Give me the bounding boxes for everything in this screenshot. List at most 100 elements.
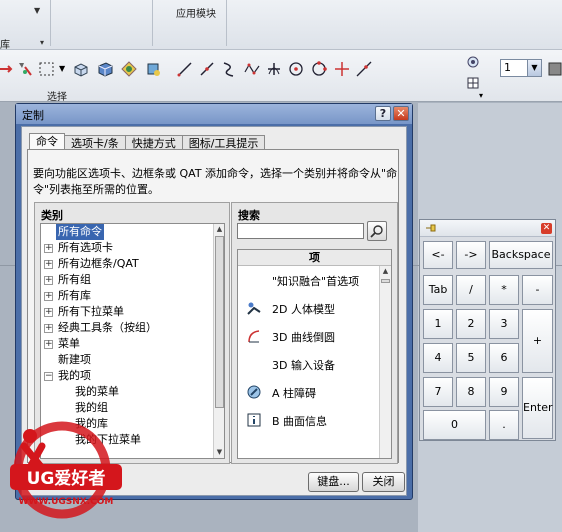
key-dot[interactable]: . <box>489 410 519 440</box>
category-label: 所有边框条/QAT <box>58 257 139 270</box>
dialog-titlebar[interactable]: 定制 ? ✕ <box>16 104 412 124</box>
pin-icon[interactable] <box>425 223 437 233</box>
keypad-titlebar[interactable]: ✕ <box>420 220 555 237</box>
key-bksp[interactable]: Backspace <box>489 241 553 269</box>
ribbon-separator <box>50 0 51 46</box>
circle-center-icon[interactable] <box>285 58 307 80</box>
key-sub[interactable]: - <box>522 275 553 305</box>
key-k9[interactable]: 9 <box>489 377 519 407</box>
key-enter[interactable]: Enter <box>522 377 553 439</box>
search-input[interactable] <box>237 223 364 239</box>
color-palette-icon[interactable] <box>544 58 562 80</box>
expand-icon[interactable]: + <box>44 260 53 269</box>
filter-icon[interactable] <box>14 58 36 80</box>
ribbon-separator <box>152 0 153 46</box>
search-header: 搜索 <box>238 209 260 222</box>
command-label: B 曲面信息 <box>272 415 328 428</box>
key-div[interactable]: / <box>456 275 486 305</box>
selection-group-label: 选择 <box>47 92 67 103</box>
category-label: 所有命令 <box>55 224 105 241</box>
watermark-brand: UG爱好者 <box>27 468 106 489</box>
existing-point-icon[interactable] <box>331 58 353 80</box>
group-launcher-icon[interactable]: ▾ <box>479 91 483 100</box>
key-k0[interactable]: 0 <box>423 410 486 440</box>
layer-dropdown[interactable]: 1 ▼ <box>500 59 542 77</box>
body-select-icon[interactable] <box>70 58 92 80</box>
scroll-up-icon[interactable]: ▲ <box>380 266 391 277</box>
chevron-down-icon[interactable]: ▼ <box>527 60 541 76</box>
key-back[interactable]: <- <box>423 241 453 269</box>
command-item[interactable]: "知识融合"首选项 <box>238 266 378 294</box>
group-launcher-icon[interactable]: ▾ <box>40 38 44 47</box>
scroll-up-icon[interactable]: ▲ <box>214 224 224 235</box>
command-item[interactable]: A 柱障碍 <box>238 378 378 406</box>
key-k8[interactable]: 8 <box>456 377 486 407</box>
key-mul[interactable]: * <box>489 275 519 305</box>
feature-select-icon[interactable] <box>118 58 140 80</box>
keypad-close-icon[interactable]: ✕ <box>541 223 552 234</box>
scrollbar-thumb[interactable] <box>381 279 390 283</box>
expand-icon[interactable]: + <box>44 308 53 317</box>
command-item[interactable]: 3D 输入设备 <box>238 350 378 378</box>
ugsnx-watermark-logo: UG爱好者 WWW.UGSNX.COM <box>10 421 122 519</box>
close-button[interactable]: 关闭 <box>362 472 405 492</box>
expand-icon[interactable]: + <box>44 244 53 253</box>
expand-icon[interactable]: + <box>44 324 53 333</box>
category-scrollbar[interactable]: ▲ ▼ <box>213 224 224 458</box>
key-k6[interactable]: 6 <box>489 343 519 373</box>
command-label: 3D 输入设备 <box>272 359 335 372</box>
key-k1[interactable]: 1 <box>423 309 453 339</box>
surface-info-icon <box>247 413 261 427</box>
key-k7[interactable]: 7 <box>423 377 453 407</box>
command-label: 3D 曲线倒圆 <box>272 331 335 344</box>
layer-dropdown-value: 1 <box>504 61 511 74</box>
quadrant-point-icon[interactable] <box>308 58 330 80</box>
key-add[interactable]: + <box>522 309 553 373</box>
intersection-icon[interactable] <box>263 58 285 80</box>
face-select-icon[interactable] <box>142 58 164 80</box>
command-item[interactable]: B 曲面信息 <box>238 406 378 434</box>
key-fwd[interactable]: -> <box>456 241 486 269</box>
close-icon[interactable]: ✕ <box>393 106 409 121</box>
expand-icon[interactable]: + <box>44 276 53 285</box>
expand-icon[interactable]: + <box>44 340 53 349</box>
expand-icon[interactable]: + <box>44 292 53 301</box>
select-box-dropdown-icon[interactable]: ▼ <box>59 64 65 73</box>
app-module-group-label: 应用模块 <box>176 9 216 20</box>
items-list[interactable]: 项 ▲ "知识融合"首选项 2D 人体模型 3D 曲线倒圆 3D 输入设备 A 柱障碍 B… <box>237 249 392 459</box>
number-keypad: ✕ <- -> Backspace Tab / * - 1 2 3 +4 5 6 7 8 9 Enter 0. <box>419 219 556 441</box>
library-group-label: 库 <box>0 40 10 51</box>
scroll-down-icon[interactable]: ▼ <box>214 447 224 458</box>
key-k4[interactable]: 4 <box>423 343 453 373</box>
command-label: A 柱障碍 <box>272 387 317 400</box>
category-label: 所有选项卡 <box>58 241 113 254</box>
select-box-icon[interactable] <box>36 58 58 80</box>
search-icon <box>370 225 383 238</box>
command-item[interactable]: 3D 曲线倒圆 <box>238 322 378 350</box>
line-icon[interactable] <box>174 58 196 80</box>
tab-bar: 命令 选项卡/条 快捷方式 图标/工具提示 <box>29 133 266 152</box>
category-label: 经典工具条（按组） <box>58 321 157 334</box>
ribbon-dropdown-arrow[interactable]: ▼ <box>34 6 40 15</box>
key-k3[interactable]: 3 <box>489 309 519 339</box>
help-icon[interactable]: ? <box>375 106 391 121</box>
key-k5[interactable]: 5 <box>456 343 486 373</box>
point-on-curve-icon[interactable] <box>353 58 375 80</box>
selection-toolbar: ▼ 选择 ▾ 1 ▼ <box>0 50 562 103</box>
keyboard-button[interactable]: 键盘... <box>308 472 359 492</box>
key-k2[interactable]: 2 <box>456 309 486 339</box>
collapse-icon[interactable]: − <box>44 372 53 381</box>
solid-select-icon[interactable] <box>94 58 116 80</box>
command-item[interactable]: 2D 人体模型 <box>238 294 378 322</box>
curve-fillet-icon <box>248 330 260 343</box>
search-button[interactable] <box>367 221 387 241</box>
scrollbar-thumb[interactable] <box>215 236 224 408</box>
key-tab[interactable]: Tab <box>423 275 453 305</box>
items-scrollbar[interactable]: ▲ <box>379 266 391 458</box>
line-point-icon[interactable] <box>196 58 218 80</box>
curve-icon[interactable] <box>218 58 240 80</box>
spline-icon[interactable] <box>241 58 263 80</box>
category-label: 我的项 <box>58 369 91 382</box>
ribbon-top: ▼ 应用模块 库 ▾ <box>0 0 562 51</box>
command-label: "知识融合"首选项 <box>272 275 360 288</box>
